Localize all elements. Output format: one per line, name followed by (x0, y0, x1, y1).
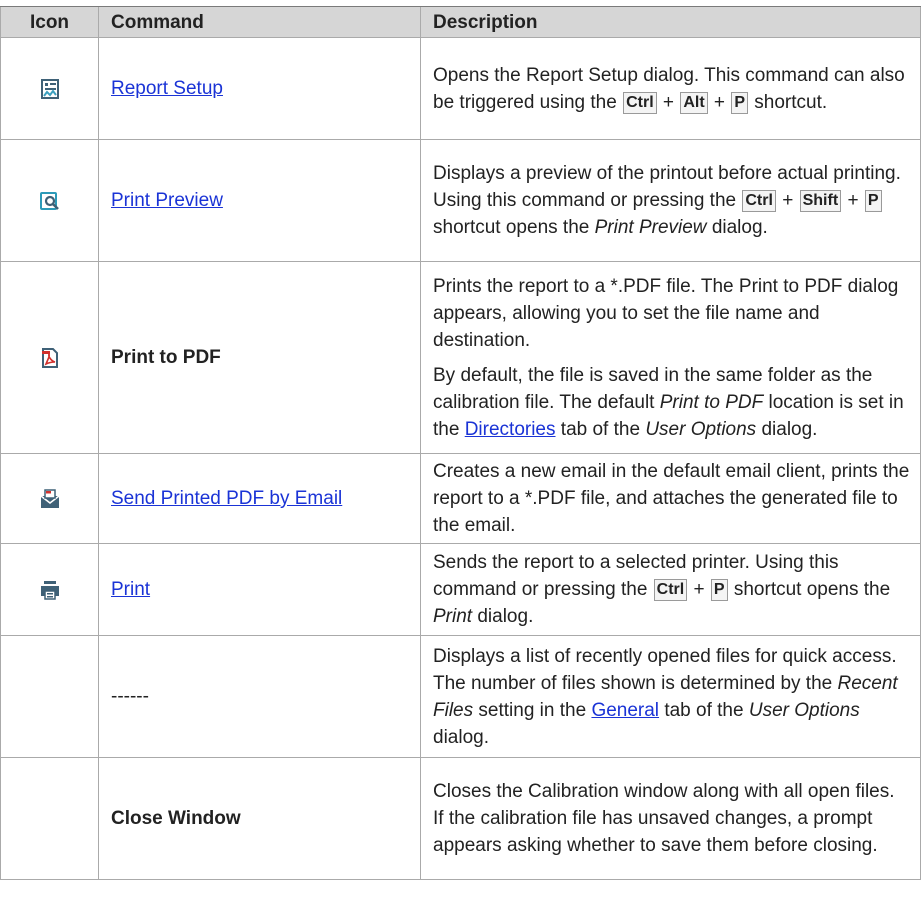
table-row: Report Setup Opens the Report Setup dial… (0, 37, 921, 140)
report-setup-link[interactable]: Report Setup (111, 78, 223, 99)
description-text: By default, the file is saved in the sam… (433, 362, 910, 443)
desc-text: shortcut opens the (433, 217, 590, 238)
description-text: Creates a new email in the default email… (433, 461, 910, 536)
table-row: Print to PDF Prints the report to a *.PD… (0, 261, 921, 454)
command-cell: Send Printed PDF by Email (98, 453, 421, 544)
ctrl-key: Ctrl (742, 190, 776, 212)
description-cell: Displays a list of recently opened files… (420, 635, 921, 758)
command-cell: Report Setup (98, 37, 421, 140)
alt-key: Alt (680, 91, 708, 114)
close-window-label: Close Window (111, 808, 241, 829)
description-cell: Closes the Calibration window along with… (420, 757, 921, 880)
icon-cell (0, 635, 99, 758)
print-preview-link[interactable]: Print Preview (111, 190, 223, 211)
p-key: P (710, 579, 728, 601)
description-cell: Sends the report to a selected printer. … (420, 543, 921, 636)
icon-cell (0, 453, 99, 544)
desc-text: shortcut opens the (733, 579, 891, 600)
icon-cell (0, 757, 99, 880)
command-cell: Print to PDF (98, 261, 421, 454)
icon-cell (0, 139, 99, 262)
description-cell: Opens the Report Setup dialog. This comm… (420, 37, 921, 140)
desc-text: tab of the (560, 418, 641, 440)
p-key: P (864, 190, 882, 212)
table-row: Close Window Closes the Calibration wind… (0, 757, 921, 880)
desc-text: Displays a list of recently opened files… (433, 645, 897, 694)
ctrl-key: Ctrl (653, 579, 688, 601)
ctrl-key: Ctrl (623, 91, 657, 114)
page: Icon Command Description Report Setup Op… (0, 0, 921, 911)
separator-label: ------ (111, 686, 149, 707)
plus-sign: + (847, 190, 859, 211)
general-link[interactable]: General (591, 700, 659, 721)
desc-text: dialog. (433, 726, 489, 748)
plus-sign: + (782, 190, 794, 211)
desc-text: setting in the (478, 699, 587, 721)
p-key: P (731, 91, 748, 114)
commands-table: Icon Command Description Report Setup Op… (0, 7, 921, 880)
dialog-name: User Options (645, 418, 757, 440)
header-command: Command (98, 7, 421, 38)
desc-text: tab of the (664, 699, 744, 721)
desc-text: dialog. (761, 418, 818, 440)
dialog-name: User Options (748, 699, 860, 721)
header-row: Icon Command Description (0, 7, 921, 38)
header-icon: Icon (0, 7, 99, 38)
report-setup-icon[interactable] (39, 78, 61, 100)
description-text: Closes the Calibration window along with… (433, 781, 895, 856)
icon-cell (0, 37, 99, 140)
printer-icon[interactable] (39, 579, 61, 601)
plus-sign: + (693, 579, 705, 600)
print-preview-icon[interactable] (39, 190, 61, 212)
print-link[interactable]: Print (111, 579, 150, 600)
email-pdf-icon[interactable] (39, 488, 61, 510)
table-row: Print Preview Displays a preview of the … (0, 139, 921, 262)
description-text: Opens the Report Setup dialog. This comm… (433, 62, 910, 116)
table-row: Send Printed PDF by Email Creates a new … (0, 453, 921, 544)
description-text: Displays a preview of the printout befor… (433, 160, 910, 241)
description-cell: Displays a preview of the printout befor… (420, 139, 921, 262)
setting-name: Print to PDF (659, 391, 764, 413)
command-cell: Print Preview (98, 139, 421, 262)
print-to-pdf-label: Print to PDF (111, 347, 221, 368)
desc-text: dialog. (477, 606, 534, 627)
icon-cell (0, 261, 99, 454)
desc-text: shortcut. (754, 91, 828, 113)
shift-key: Shift (799, 190, 842, 212)
plus-sign: + (662, 91, 675, 113)
description-text: Prints the report to a *.PDF file. The P… (433, 275, 899, 351)
plus-sign: + (713, 91, 726, 113)
send-pdf-email-link[interactable]: Send Printed PDF by Email (111, 488, 342, 509)
pdf-icon[interactable] (39, 347, 61, 369)
description-text: Sends the report to a selected printer. … (433, 549, 910, 630)
command-cell: ------ (98, 635, 421, 758)
desc-text: dialog. (711, 217, 768, 238)
table-row: ------ Displays a list of recently opene… (0, 635, 921, 758)
icon-cell (0, 543, 99, 636)
description-text: Displays a list of recently opened files… (433, 643, 910, 751)
command-cell: Print (98, 543, 421, 636)
table-row: Print Sends the report to a selected pri… (0, 543, 921, 636)
description-cell: Creates a new email in the default email… (420, 453, 921, 544)
directories-link[interactable]: Directories (465, 419, 556, 440)
header-description: Description (420, 7, 921, 38)
description-cell: Prints the report to a *.PDF file. The P… (420, 261, 921, 454)
dialog-name: Print (433, 606, 473, 627)
dialog-name: Print Preview (594, 217, 707, 238)
command-cell: Close Window (98, 757, 421, 880)
